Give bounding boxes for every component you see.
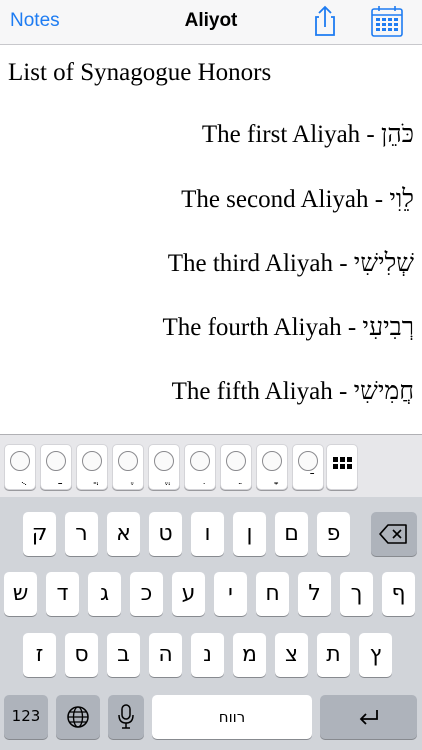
key-he[interactable]: ה — [149, 633, 182, 677]
vowel-key-hataf-patah[interactable]: ֲ — [76, 444, 108, 490]
key-resh[interactable]: ר — [65, 512, 98, 556]
key-zayin[interactable]: ז — [23, 633, 56, 677]
share-icon[interactable] — [308, 4, 342, 38]
dictation-key[interactable] — [108, 695, 144, 739]
vowel-key-segol[interactable]: ֶ — [112, 444, 144, 490]
key-ayin[interactable]: ע — [172, 572, 205, 616]
space-key[interactable]: רווח — [152, 695, 312, 739]
globe-key[interactable] — [56, 695, 100, 739]
more-vowels-grid-icon[interactable] — [326, 444, 358, 490]
key-mem[interactable]: מ — [233, 633, 266, 677]
globe-icon — [67, 706, 89, 728]
vowel-key-hiriq[interactable]: ִ — [184, 444, 216, 490]
key-final-mem[interactable]: ם — [275, 512, 308, 556]
hebrew-keyboard: ק ר א ט ו ן ם פ ש ד ג כ ע י ח ל ך ף ז ס … — [0, 497, 422, 750]
aliyah-line-1: The first Aliyah - כֹּהֵן — [201, 121, 414, 148]
key-tet[interactable]: ט — [149, 512, 182, 556]
key-yod[interactable]: י — [214, 572, 247, 616]
note-text-area[interactable]: List of Synagogue Honors The first Aliya… — [0, 45, 422, 433]
key-kaf[interactable]: כ — [130, 572, 163, 616]
key-shin[interactable]: ש — [4, 572, 37, 616]
key-tav[interactable]: ת — [317, 633, 350, 677]
key-dalet[interactable]: ד — [46, 572, 79, 616]
key-final-kaf[interactable]: ך — [340, 572, 373, 616]
key-final-pe[interactable]: ף — [382, 572, 415, 616]
vowel-key-qubuts[interactable]: ֻ — [4, 444, 36, 490]
return-icon — [359, 710, 378, 725]
numbers-key[interactable]: 123 — [4, 695, 48, 739]
return-key[interactable] — [320, 695, 417, 739]
aliyah-line-5: The fifth Aliyah - חֲמִישִׁי — [171, 378, 414, 405]
key-pe[interactable]: פ — [317, 512, 350, 556]
key-tsadi[interactable]: צ — [275, 633, 308, 677]
key-vav[interactable]: ו — [191, 512, 224, 556]
key-qof[interactable]: ק — [23, 512, 56, 556]
key-samekh[interactable]: ס — [65, 633, 98, 677]
navigation-bar: Notes Aliyot — [0, 0, 422, 45]
vowel-key-rafe[interactable]: ֿ — [292, 444, 324, 490]
aliyah-line-2: The second Aliyah - לֵוִי — [181, 186, 414, 213]
key-alef[interactable]: א — [107, 512, 140, 556]
vowel-key-tsere[interactable]: ֵ — [220, 444, 252, 490]
vowel-bar: ֻ ַ ֲ ֶ ֱ ִ ֵ ָ ֿ — [0, 434, 422, 497]
key-final-nun[interactable]: ן — [233, 512, 266, 556]
aliyah-line-3: The third Aliyah - שְׁלִישִׁי — [167, 250, 414, 277]
page-title: Aliyot — [184, 10, 238, 31]
key-het[interactable]: ח — [256, 572, 289, 616]
calendar-icon[interactable] — [370, 4, 404, 38]
key-bet[interactable]: ב — [107, 633, 140, 677]
aliyah-line-4: The fourth Aliyah - רְבִיעִי — [162, 314, 414, 341]
vowel-key-patah[interactable]: ַ — [40, 444, 72, 490]
key-gimel[interactable]: ג — [88, 572, 121, 616]
vowel-key-hataf-segol[interactable]: ֱ — [148, 444, 180, 490]
microphone-icon — [118, 704, 134, 729]
key-lamed[interactable]: ל — [298, 572, 331, 616]
note-title: List of Synagogue Honors — [8, 59, 272, 86]
key-nun[interactable]: נ — [191, 633, 224, 677]
key-final-tsadi[interactable]: ץ — [359, 633, 392, 677]
vowel-key-qamats[interactable]: ָ — [256, 444, 288, 490]
backspace-icon — [379, 524, 407, 544]
delete-key[interactable] — [371, 512, 417, 556]
